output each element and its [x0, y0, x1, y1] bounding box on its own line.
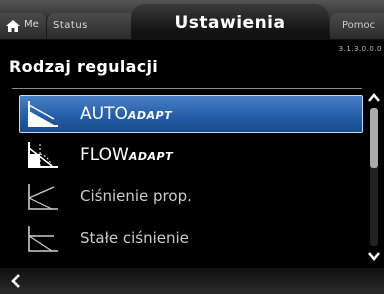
tab-home-label: Me — [24, 19, 39, 30]
top-tab-bar: Me Status Ustawienia Pomoc — [0, 0, 384, 40]
tab-help[interactable]: Pomoc — [330, 13, 384, 39]
constant-pressure-icon — [28, 226, 58, 252]
tab-status[interactable]: Status — [46, 13, 135, 39]
back-arrow-icon[interactable] — [8, 272, 26, 290]
page-title: Rodzaj regulacji — [9, 57, 159, 76]
proportional-pressure-icon — [28, 184, 58, 210]
list-item-flowadapt[interactable]: FLOWADAPT — [20, 137, 362, 173]
list-item-label: FLOWADAPT — [80, 145, 174, 165]
list-scrollbar[interactable] — [366, 92, 382, 268]
chevron-up-icon[interactable] — [367, 92, 381, 104]
autoadapt-curve-icon — [28, 101, 58, 127]
list-item-autoadapt[interactable]: AUTOADAPT — [19, 95, 363, 133]
list-item-label: Stałe ciśnienie — [80, 229, 189, 247]
tab-status-label: Status — [53, 20, 88, 31]
control-mode-list: AUTOADAPT FLOWADAPT Ciśnienie prop. Stał… — [12, 88, 363, 261]
tab-help-label: Pomoc — [342, 20, 376, 31]
list-item-label: Ciśnienie prop. — [80, 187, 192, 205]
version-number: 3.1.3.0.0.0 — [338, 45, 382, 53]
scroll-thumb[interactable] — [370, 108, 378, 168]
list-item-proportional-pressure[interactable]: Ciśnienie prop. — [20, 179, 362, 215]
list-item-label: AUTOADAPT — [80, 104, 173, 124]
tab-home[interactable]: Me — [0, 13, 46, 39]
home-icon — [6, 20, 20, 32]
tab-settings-label: Ustawienia — [174, 13, 286, 33]
bottom-bar — [0, 268, 384, 294]
tab-settings[interactable]: Ustawienia — [131, 4, 329, 40]
flowadapt-curve-icon — [28, 142, 58, 168]
chevron-down-icon[interactable] — [367, 250, 381, 262]
list-item-constant-pressure[interactable]: Stałe ciśnienie — [20, 221, 362, 257]
